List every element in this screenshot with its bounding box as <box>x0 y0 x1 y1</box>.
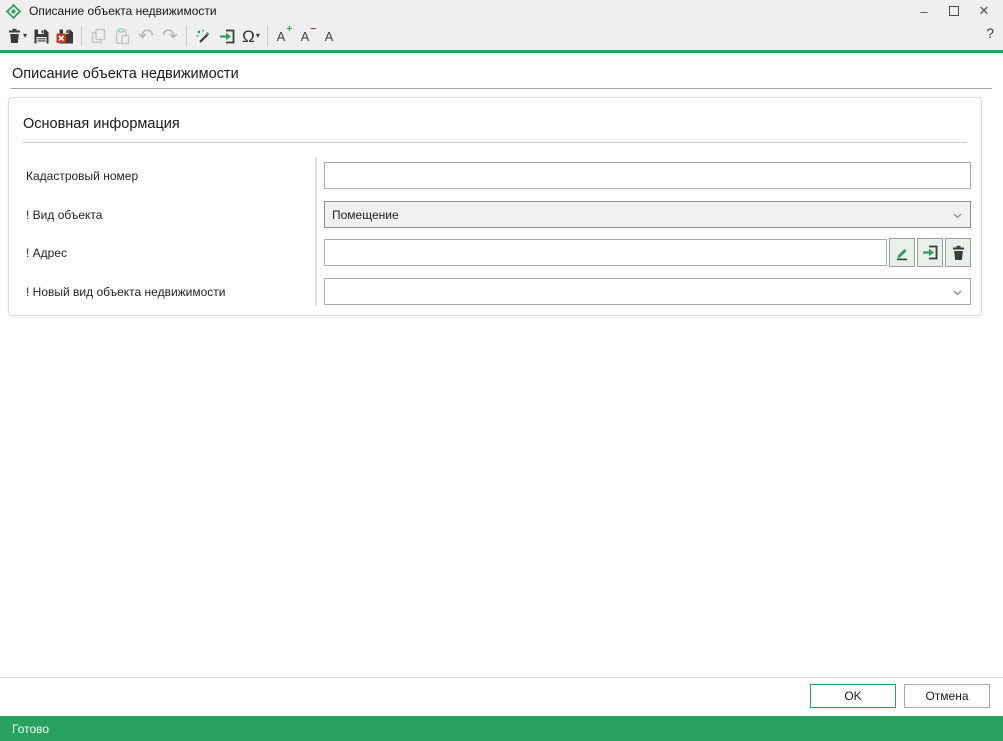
insert-arrow-icon <box>218 28 236 45</box>
page-title-rule <box>10 88 992 89</box>
font-reset-icon: A <box>325 30 340 43</box>
font-increase-icon: A+ <box>277 30 292 43</box>
insert-arrow-icon <box>921 244 939 261</box>
magic-wand-icon <box>195 28 212 45</box>
copy-button[interactable] <box>86 24 110 48</box>
close-button[interactable]: ✕ <box>969 0 999 22</box>
cadastral-number-input[interactable] <box>324 162 971 189</box>
undo-button[interactable]: ↶ <box>134 24 158 48</box>
form-row-cadastral-number: Кадастровый номер <box>9 162 981 189</box>
insert-button[interactable] <box>215 24 239 48</box>
object-kind-select[interactable]: Помещение <box>324 201 971 228</box>
toolbar-separator <box>186 26 187 46</box>
redo-button[interactable]: ↷ <box>158 24 182 48</box>
field-label: ! Вид объекта <box>26 201 102 228</box>
ok-button[interactable]: OK <box>810 684 896 708</box>
object-kind-value: Помещение <box>332 208 399 222</box>
cancel-button[interactable]: Отмена <box>904 684 990 708</box>
undo-icon: ↶ <box>138 27 154 46</box>
copy-icon <box>90 28 107 45</box>
toolbar: ▾ <box>0 22 1003 50</box>
save-icon <box>33 28 50 45</box>
save-close-button[interactable] <box>53 24 77 48</box>
chevron-down-icon <box>953 290 962 296</box>
new-object-kind-select[interactable] <box>324 278 971 305</box>
font-decrease-button[interactable]: A− <box>296 24 320 48</box>
save-button[interactable] <box>29 24 53 48</box>
field-label: ! Адрес <box>26 239 67 266</box>
delete-dropdown-button[interactable]: ▾ <box>5 24 29 48</box>
form-row-object-kind: ! Вид объекта Помещение <box>9 201 981 228</box>
field-label: ! Новый вид объекта недвижимости <box>26 278 226 305</box>
paste-button[interactable] <box>110 24 134 48</box>
trash-icon <box>7 28 22 44</box>
omega-icon: Ω <box>242 28 255 45</box>
form-row-new-object-kind: ! Новый вид объекта недвижимости <box>9 278 981 305</box>
redo-icon: ↷ <box>162 27 178 46</box>
chevron-down-icon <box>953 213 962 219</box>
accent-divider <box>0 50 1003 53</box>
magic-wand-button[interactable] <box>191 24 215 48</box>
address-input[interactable] <box>324 239 887 266</box>
chevron-down-icon: ▾ <box>23 32 27 40</box>
special-char-button[interactable]: Ω ▾ <box>239 24 263 48</box>
section-title: Основная информация <box>23 116 180 132</box>
form-row-address: ! Адрес <box>9 239 981 266</box>
maximize-icon <box>949 6 959 16</box>
minimize-button[interactable]: – <box>909 0 939 22</box>
field-label: Кадастровый номер <box>26 162 138 189</box>
window-controls: – ✕ <box>909 0 999 22</box>
page-title: Описание объекта недвижимости <box>12 66 239 82</box>
font-decrease-icon: A− <box>301 30 316 43</box>
geo-point-app-icon <box>6 4 21 19</box>
chevron-down-icon: ▾ <box>256 32 260 40</box>
address-insert-button[interactable] <box>917 238 943 267</box>
main-info-card: Основная информация Кадастровый номер ! … <box>8 97 982 316</box>
paste-icon <box>114 28 131 45</box>
save-close-icon <box>56 28 74 45</box>
font-increase-button[interactable]: A+ <box>272 24 296 48</box>
toolbar-separator <box>267 26 268 46</box>
address-edit-button[interactable] <box>889 238 915 267</box>
dialog-window: Описание объекта недвижимости – ✕ ▾ <box>0 0 1003 741</box>
section-rule <box>23 142 967 143</box>
help-button[interactable]: ? <box>986 25 994 41</box>
footer-rule <box>0 677 1003 678</box>
pencil-icon <box>894 245 910 261</box>
toolbar-separator <box>81 26 82 46</box>
trash-icon <box>951 245 966 261</box>
font-reset-button[interactable]: A <box>320 24 344 48</box>
window-title: Описание объекта недвижимости <box>29 4 217 18</box>
status-text: Готово <box>12 722 49 736</box>
status-bar: Готово <box>0 716 1003 741</box>
address-delete-button[interactable] <box>945 238 971 267</box>
titlebar: Описание объекта недвижимости – ✕ <box>0 0 1003 22</box>
maximize-button[interactable] <box>939 0 969 22</box>
